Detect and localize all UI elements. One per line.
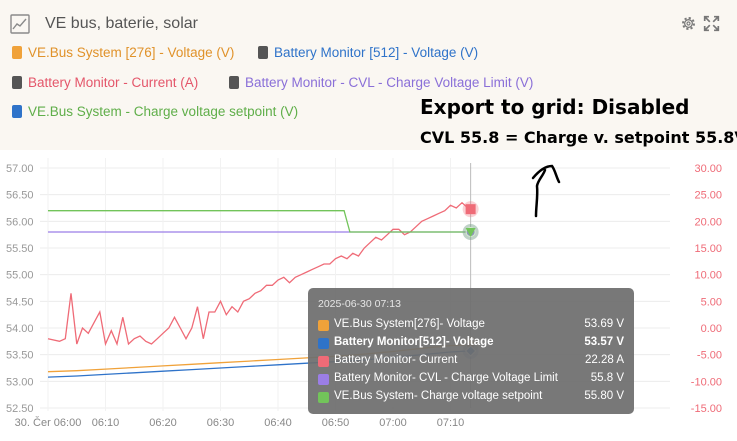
tooltip-series-value: 22.28 A <box>584 354 624 366</box>
tooltip-swatch <box>318 392 329 403</box>
x-tick-label: 06:20 <box>149 417 177 429</box>
point-marker <box>465 227 476 237</box>
legend-swatch <box>258 46 268 59</box>
x-tick-label: 06:40 <box>264 417 292 429</box>
point-marker-halo <box>462 224 479 240</box>
point-marker <box>465 228 476 237</box>
y-right-tick-label: -15.00 <box>691 403 722 415</box>
y-right-tick-label: 0.00 <box>701 323 722 335</box>
tooltip-series-value: 53.69 V <box>584 318 624 330</box>
tooltip-series-value: 53.57 V <box>584 336 624 348</box>
y-right-tick-label: 25.00 <box>694 190 722 202</box>
legend-item-cvl[interactable]: Battery Monitor - CVL - Charge Voltage L… <box>229 75 533 90</box>
legend-label: Battery Monitor [512] - Voltage (V) <box>274 45 479 60</box>
y-left-tick-label: 55.50 <box>6 243 34 255</box>
legend-swatch <box>12 105 22 118</box>
panel-title: VE bus, baterie, solar <box>45 15 198 32</box>
y-left-tick-label: 53.50 <box>6 350 34 362</box>
point-marker-halo <box>462 201 479 218</box>
y-left-tick-label: 56.50 <box>6 190 34 202</box>
y-left-tick-label: 57.00 <box>6 163 34 175</box>
chart-panel: VE bus, baterie, solar VE.Bus System [27… <box>0 0 737 441</box>
tooltip-series-name: Battery Monitor- CVL - Charge Voltage Li… <box>334 372 558 384</box>
gear-icon[interactable] <box>680 15 697 32</box>
point-marker <box>465 204 476 215</box>
annotation-cvl: CVL 55.8 = Charge v. setpoint 55.8V <box>420 128 737 147</box>
tooltip-date: 2025-06-30 07:13 <box>318 298 401 310</box>
x-axis: 30. Čer 06:00 06:10 06:20 06:30 06:40 06:50 07… <box>15 416 465 429</box>
y-right-tick-label: -5.00 <box>697 350 722 362</box>
legend-swatch <box>12 46 22 59</box>
expand-icon[interactable] <box>703 15 720 32</box>
panel-header: VE bus, baterie, solar VE.Bus System [27… <box>0 0 737 150</box>
x-tick-label: 06:10 <box>92 417 120 429</box>
x-tick-label: 07:00 <box>379 417 407 429</box>
y-left-tick-label: 53.00 <box>6 376 34 388</box>
tooltip-series-name: VE.Bus System[276]- Voltage <box>334 318 485 330</box>
legend-item-battery-voltage[interactable]: Battery Monitor [512] - Voltage (V) <box>258 45 478 60</box>
tooltip-row: VE.Bus System- Charge voltage setpoint 5… <box>318 390 624 406</box>
y-left-tick-label: 54.50 <box>6 296 34 308</box>
y-right-tick-label: 5.00 <box>701 296 722 308</box>
x-tick-label: 06:30 <box>207 417 235 429</box>
x-tick-label: 06:50 <box>322 417 350 429</box>
tooltip: 2025-06-30 07:13 VE.Bus System[276]- Vol… <box>308 288 634 414</box>
tooltip-swatch <box>318 356 329 367</box>
chart-icon <box>10 14 30 34</box>
y-right-tick-label: 10.00 <box>694 270 722 282</box>
y-left-tick-label: 56.00 <box>6 216 34 228</box>
y-axis-left: 57.00 56.50 56.00 55.50 55.00 54.50 54.00 53.50… <box>6 163 34 415</box>
tooltip-row: Battery Monitor[512]- Voltage 53.57 V <box>318 336 624 352</box>
annotation-arrow <box>531 164 561 218</box>
y-left-tick-label: 52.50 <box>6 403 34 415</box>
annotation-export: Export to grid: Disabled <box>420 95 690 119</box>
legend-label: Battery Monitor - CVL - Charge Voltage L… <box>245 75 534 90</box>
x-tick-label: 07:10 <box>437 417 465 429</box>
y-left-tick-label: 55.00 <box>6 270 34 282</box>
legend-label: VE.Bus System - Charge voltage setpoint … <box>28 104 299 119</box>
tooltip-series-name: Battery Monitor[512]- Voltage <box>334 336 494 348</box>
legend-item-battery-current[interactable]: Battery Monitor - Current (A) <box>12 75 198 90</box>
tooltip-row: VE.Bus System[276]- Voltage 53.69 V <box>318 318 624 334</box>
tooltip-series-value: 55.80 V <box>584 390 624 402</box>
legend-swatch <box>12 76 22 89</box>
point-marker-halo <box>462 224 479 240</box>
tooltip-row: Battery Monitor- Current 22.28 A <box>318 354 624 370</box>
tooltip-series-value: 55.8 V <box>590 372 624 384</box>
x-tick-label: 30. Čer 06:00 <box>15 416 82 429</box>
y-right-tick-label: 20.00 <box>694 216 722 228</box>
legend-swatch <box>229 76 239 89</box>
y-right-tick-label: 30.00 <box>694 163 722 175</box>
legend-label: Battery Monitor - Current (A) <box>28 75 199 90</box>
legend-item-charge-setpoint[interactable]: VE.Bus System - Charge voltage setpoint … <box>12 104 298 119</box>
y-right-tick-label: 15.00 <box>694 243 722 255</box>
tooltip-swatch <box>318 338 329 349</box>
tooltip-swatch <box>318 320 329 331</box>
tooltip-swatch <box>318 374 329 385</box>
tooltip-row: Battery Monitor- CVL - Charge Voltage Li… <box>318 372 624 388</box>
y-axis-right: 30.00 25.00 20.00 15.00 10.00 5.00 0.00 -5.00 -1… <box>691 163 722 415</box>
legend-item-vebus-voltage[interactable]: VE.Bus System [276] - Voltage (V) <box>12 45 234 60</box>
y-right-tick-label: -10.00 <box>691 376 722 388</box>
series-line <box>48 210 471 233</box>
tooltip-series-name: Battery Monitor- Current <box>334 354 458 366</box>
legend-label: VE.Bus System [276] - Voltage (V) <box>28 45 235 60</box>
tooltip-series-name: VE.Bus System- Charge voltage setpoint <box>334 390 543 402</box>
y-left-tick-label: 54.00 <box>6 323 34 335</box>
